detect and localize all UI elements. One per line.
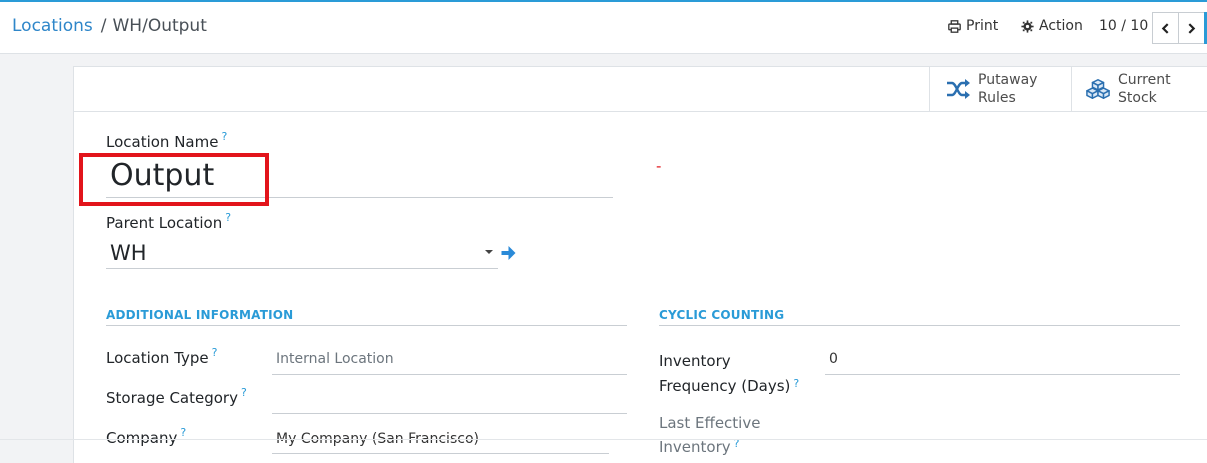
action-button[interactable]: Action [1021,18,1083,34]
parent-location-input[interactable]: WH [110,241,147,265]
breadcrumb-locations-link[interactable]: Locations [12,16,93,36]
help-icon[interactable]: ? [225,211,231,224]
storage-category-label-text: Storage Category [106,389,238,407]
last-effective-label-line2: Inventory [659,438,731,456]
storage-category-label: Storage Category? [106,386,247,407]
control-panel: Locations / WH/Output Print Action 10 / 10 [0,0,1207,54]
company-label: Company? [106,426,186,447]
shuffle-icon [947,79,970,99]
location-type-select[interactable]: Internal Location [276,351,394,367]
stock-label-line2: Stock [1118,90,1157,106]
current-stock-button[interactable]: Current Stock [1071,67,1207,111]
parent-location-underline [106,268,498,269]
cubes-icon [1086,79,1110,99]
action-label: Action [1039,18,1083,34]
print-button[interactable]: Print [948,18,998,34]
company-label-text: Company [106,429,178,447]
print-label: Print [966,18,999,34]
chevron-right-icon [1188,22,1196,34]
parent-location-label: Parent Location? [106,211,231,232]
putaway-rules-button[interactable]: Putaway Rules [929,67,1071,111]
print-icon [948,19,961,33]
cyclic-counting-title: CYCLIC COUNTING [659,308,785,322]
putaway-label-line2: Rules [978,90,1016,106]
inventory-frequency-label-line1: Inventory [659,352,731,370]
cyclic-counting-divider [659,325,1180,326]
putaway-label-line1: Putaway [978,72,1038,88]
current-stock-label: Current Stock [1118,71,1171,107]
breadcrumb: Locations / WH/Output [12,16,207,36]
inventory-frequency-label-line2: Frequency (Days) [659,377,791,395]
location-name-label: Location Name? [106,130,227,151]
help-icon[interactable]: ? [221,130,227,143]
additional-info-title: ADDITIONAL INFORMATION [106,308,294,322]
stock-label-line1: Current [1118,72,1171,88]
dropdown-caret-icon[interactable] [485,250,493,254]
help-icon[interactable]: ? [180,426,186,439]
location-type-label-text: Location Type [106,349,209,367]
last-effective-inventory-label: Last Effective Inventory? [659,411,760,459]
location-type-underline [272,374,627,375]
highlight-box [79,153,269,206]
pager-previous-button[interactable] [1152,12,1179,44]
inventory-frequency-label: Inventory Frequency (Days)? [659,349,799,399]
smart-button-box: Putaway Rules Current Stock [74,67,1207,112]
storage-category-underline [272,413,627,414]
company-underline [272,453,609,454]
chevron-left-icon [1161,22,1169,34]
bottom-divider [0,439,1207,440]
help-icon[interactable]: ? [793,377,799,390]
help-icon[interactable]: ? [241,386,247,399]
pager-next-button[interactable] [1178,12,1205,44]
gear-icon [1021,19,1034,33]
location-type-label: Location Type? [106,346,218,367]
putaway-rules-label: Putaway Rules [978,71,1037,107]
inventory-frequency-input[interactable]: 0 [829,351,838,367]
inventory-frequency-underline [825,374,1180,375]
location-name-label-text: Location Name [106,133,219,151]
parent-location-label-text: Parent Location [106,214,223,232]
pager-value[interactable]: 10 / 10 [1099,18,1148,34]
arrow-right-icon[interactable] [500,245,517,261]
additional-info-divider [106,325,627,326]
help-icon[interactable]: ? [212,346,218,359]
required-marker: - [656,157,662,175]
breadcrumb-current: WH/Output [112,16,207,36]
breadcrumb-separator: / [100,16,107,36]
last-effective-label-line1: Last Effective [659,414,761,432]
